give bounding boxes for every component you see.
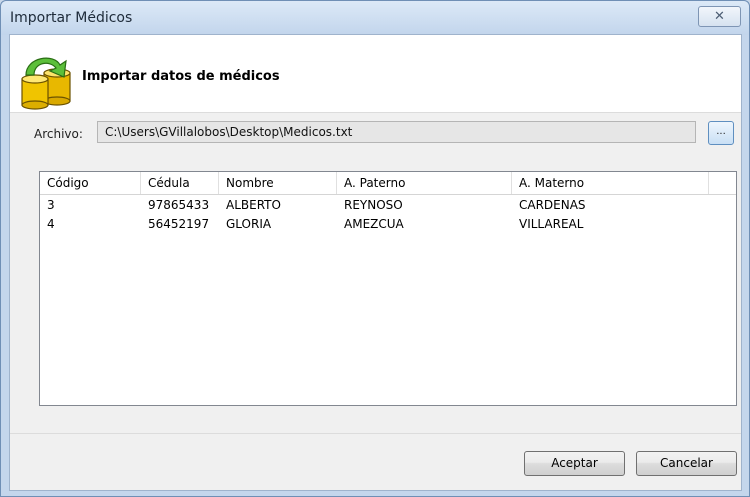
close-button[interactable]: ✕ [698,6,741,27]
cell-a-materno: CARDENAS [519,198,586,212]
browse-button[interactable]: ... [708,121,734,145]
accept-button[interactable]: Aceptar [524,451,625,476]
database-import-icon [21,57,71,110]
table-row[interactable]: 4 56452197 GLORIA AMEZCUA VILLAREAL [40,215,736,235]
column-codigo[interactable]: Código [40,172,141,194]
grid-header: Código Cédula Nombre A. Paterno A. Mater… [40,172,736,195]
cell-a-paterno: AMEZCUA [344,217,404,231]
close-icon: ✕ [714,9,725,24]
column-nombre[interactable]: Nombre [219,172,337,194]
window-title: Importar Médicos [10,10,133,26]
title-bar[interactable]: Importar Médicos ✕ [1,1,749,35]
column-a-materno[interactable]: A. Materno [512,172,709,194]
column-a-paterno[interactable]: A. Paterno [337,172,512,194]
archivo-path-field[interactable]: C:\Users\GVillalobos\Desktop\Medicos.txt [97,121,696,143]
header-title: Importar datos de médicos [82,69,280,84]
header-banner: Importar datos de médicos [10,35,741,113]
column-cedula[interactable]: Cédula [141,172,219,194]
archivo-label: Archivo: [34,127,83,141]
cell-cedula: 56452197 [148,217,210,231]
medicos-grid[interactable]: Código Cédula Nombre A. Paterno A. Mater… [39,171,737,406]
cell-nombre: GLORIA [226,217,272,231]
cancel-button[interactable]: Cancelar [636,451,737,476]
table-row[interactable]: 3 97865433 ALBERTO REYNOSO CARDENAS [40,196,736,216]
dialog-body: Importar datos de médicos Archivo: C:\Us… [9,34,742,491]
cell-a-paterno: REYNOSO [344,198,403,212]
cell-codigo: 3 [47,198,55,212]
import-dialog: Importar Médicos ✕ Importar datos de méd… [0,0,750,497]
cell-nombre: ALBERTO [226,198,281,212]
cell-a-materno: VILLAREAL [519,217,584,231]
cell-cedula: 97865433 [148,198,210,212]
cell-codigo: 4 [47,217,55,231]
footer-divider [10,433,741,434]
